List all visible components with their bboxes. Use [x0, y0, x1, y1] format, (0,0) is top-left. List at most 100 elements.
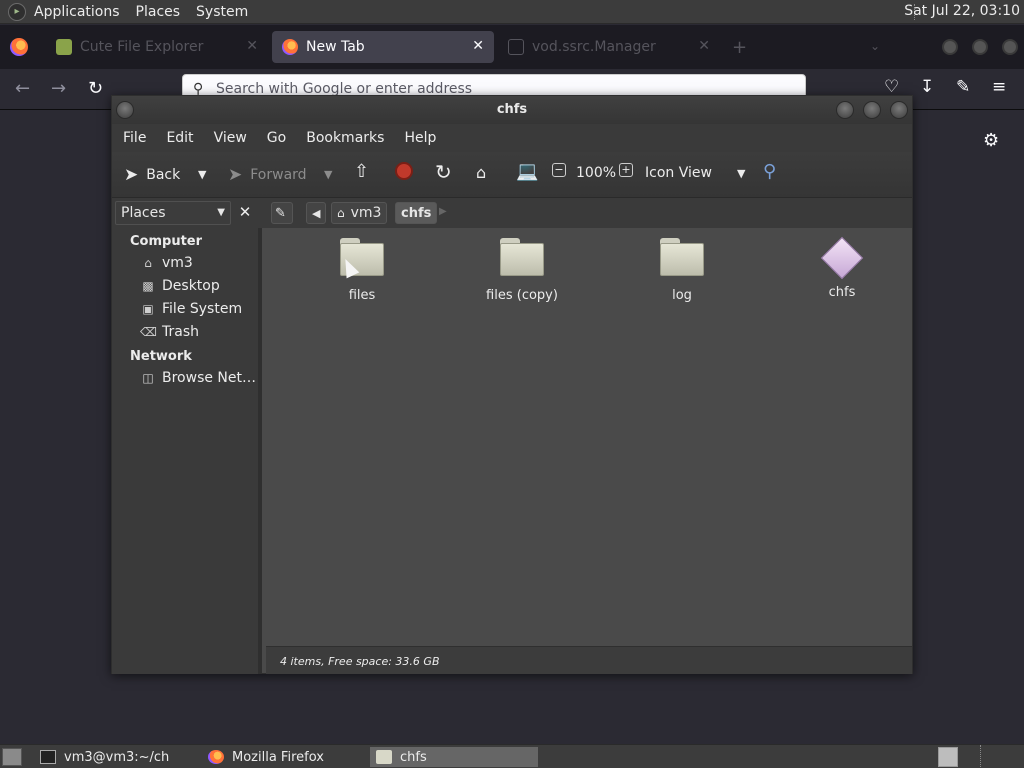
zoom-level[interactable]: 100% — [576, 165, 616, 181]
breadcrumb-chfs[interactable]: chfs — [395, 202, 438, 224]
view-mode-select[interactable]: Icon View ▼ — [645, 165, 751, 181]
menu-file[interactable]: File — [123, 130, 146, 146]
forward-label: Forward — [250, 167, 307, 183]
minimize-button[interactable] — [942, 39, 958, 55]
location-bar: Places ▼ ✕ ✎ ◀ ⌂ vm3 chfs ▶ — [112, 198, 912, 228]
window-menu-button[interactable] — [116, 101, 134, 119]
path-scroll-left-icon[interactable]: ◀ — [306, 202, 326, 224]
file-name: files (copy) — [486, 288, 558, 303]
sidebar-pane-select[interactable]: Places ▼ — [115, 201, 231, 225]
new-tab-plus-icon[interactable]: + — [732, 37, 747, 58]
sidebar-item-vm3[interactable]: ⌂ vm3 — [140, 255, 193, 271]
places-menu[interactable]: Places — [136, 4, 181, 20]
breadcrumb-vm3[interactable]: ⌂ vm3 — [331, 202, 388, 224]
panel-separator — [980, 745, 1024, 768]
file-name: chfs — [828, 285, 856, 300]
mate-menu-icon[interactable]: ▸ — [8, 2, 26, 21]
file-icon-view[interactable]: files files (copy) log chfs — [266, 228, 912, 646]
tab-new-tab[interactable]: New Tab ✕ — [272, 31, 494, 63]
menu-bookmarks[interactable]: Bookmarks — [306, 130, 384, 146]
maximize-button[interactable] — [972, 39, 988, 55]
sidebar-header-computer: Computer — [130, 234, 203, 249]
file-manager-window: chfs File Edit View Go Bookmarks Help ➤ … — [111, 95, 913, 674]
taskbar-item-chfs[interactable]: chfs — [370, 747, 538, 767]
tab-vod-manager[interactable]: vod.ssrc.Manager ✕ — [498, 31, 720, 63]
tab-label: vod.ssrc.Manager — [532, 39, 656, 55]
chevron-down-icon: ▼ — [217, 207, 225, 218]
settings-gear-icon[interactable]: ⚙ — [983, 130, 999, 151]
hamburger-menu-icon[interactable]: ≡ — [992, 77, 1006, 97]
file-item-chfs[interactable]: chfs — [787, 236, 897, 300]
close-button[interactable] — [1002, 39, 1018, 55]
stop-button[interactable] — [395, 162, 413, 180]
firefox-tabbar: Cute File Explorer ✕ New Tab ✕ vod.ssrc.… — [0, 25, 1024, 69]
file-item-files[interactable]: files — [307, 238, 417, 303]
clock[interactable]: Sat Jul 22, 03:10 — [904, 3, 1020, 19]
reload-icon[interactable]: ↻ — [435, 160, 452, 184]
up-arrow-icon[interactable]: ⇧ — [354, 161, 369, 182]
close-button[interactable] — [890, 101, 908, 119]
edit-pencil-icon: ✎ — [275, 205, 286, 221]
zoom-out-button[interactable]: − — [552, 163, 566, 177]
menu-help[interactable]: Help — [404, 130, 436, 146]
file-item-log[interactable]: log — [627, 238, 737, 303]
file-item-files-copy[interactable]: files (copy) — [467, 238, 577, 303]
zoom-in-button[interactable]: + — [619, 163, 633, 177]
sidebar-item-label: Browse Net… — [162, 370, 257, 386]
tab-cute-file-explorer[interactable]: Cute File Explorer ✕ — [46, 31, 268, 63]
search-icon[interactable]: ⚲ — [763, 161, 776, 182]
back-button[interactable]: ➤ Back — [124, 165, 180, 185]
tab-close-icon[interactable]: ✕ — [698, 38, 710, 54]
network-icon: ◫ — [142, 371, 154, 385]
minimize-button[interactable] — [836, 101, 854, 119]
list-tabs-chevron-icon[interactable]: ⌄ — [870, 39, 880, 53]
back-arrow-icon[interactable]: ← — [15, 78, 30, 99]
path-scroll-right-icon[interactable]: ▶ — [439, 206, 447, 217]
sidebar-item-trash[interactable]: ⌫ Trash — [140, 324, 199, 340]
firefox-icon — [208, 750, 224, 764]
window-titlebar[interactable]: chfs — [112, 96, 912, 124]
zoom-in-icon: + — [619, 163, 633, 177]
view-mode-label: Icon View — [645, 165, 712, 181]
taskbar-item-label: chfs — [400, 749, 427, 765]
maximize-button[interactable] — [863, 101, 881, 119]
toggle-location-entry-button[interactable]: ✎ — [271, 202, 293, 224]
terminal-icon — [40, 750, 56, 764]
forward-arrow-icon[interactable]: → — [51, 78, 66, 99]
downloads-icon[interactable]: ↧ — [920, 77, 934, 97]
reload-icon[interactable]: ↻ — [88, 78, 103, 99]
bottom-panel: vm3@vm3:~/ch Mozilla Firefox chfs — [0, 744, 1024, 768]
computer-icon[interactable]: 💻 — [516, 161, 538, 182]
forward-button[interactable]: ➤ Forward — [228, 165, 307, 185]
home-folder-icon[interactable]: ⌂ — [476, 163, 486, 182]
breadcrumb-label: vm3 — [350, 205, 382, 221]
show-desktop-icon[interactable] — [2, 748, 22, 766]
sidebar-item-browse-network[interactable]: ◫ Browse Net… — [140, 370, 256, 386]
pocket-icon[interactable]: ♡ — [884, 77, 899, 97]
taskbar-item-label: vm3@vm3:~/ch — [64, 749, 170, 765]
applications-menu[interactable]: Applications — [34, 4, 120, 20]
taskbar-item-terminal[interactable]: vm3@vm3:~/ch — [34, 747, 200, 767]
taskbar-item-firefox[interactable]: Mozilla Firefox — [202, 747, 368, 767]
sidebar-item-file-system[interactable]: ▣ File System — [140, 301, 242, 317]
extensions-icon[interactable]: ✎ — [956, 77, 970, 97]
folder-icon — [500, 238, 544, 276]
menu-view[interactable]: View — [214, 130, 247, 146]
menu-edit[interactable]: Edit — [166, 130, 193, 146]
sidebar-item-desktop[interactable]: ▩ Desktop — [140, 278, 219, 294]
firefox-view-icon[interactable] — [10, 38, 28, 56]
workspace-switcher[interactable] — [938, 747, 958, 767]
sidebar-item-label: File System — [162, 301, 243, 317]
close-sidebar-icon[interactable]: ✕ — [234, 201, 256, 225]
trash-icon: ⌫ — [140, 325, 157, 339]
back-history-dropdown-icon[interactable]: ▼ — [198, 168, 206, 181]
forward-history-dropdown-icon[interactable]: ▼ — [324, 168, 332, 181]
chevron-down-icon: ▼ — [737, 167, 746, 180]
tab-close-icon[interactable]: ✕ — [246, 38, 258, 54]
system-menu[interactable]: System — [196, 4, 248, 20]
tab-label: Cute File Explorer — [80, 39, 204, 55]
tab-label: New Tab — [306, 39, 365, 55]
tab-close-icon[interactable]: ✕ — [472, 38, 484, 54]
zoom-out-icon: − — [552, 163, 566, 177]
menu-go[interactable]: Go — [267, 130, 286, 146]
